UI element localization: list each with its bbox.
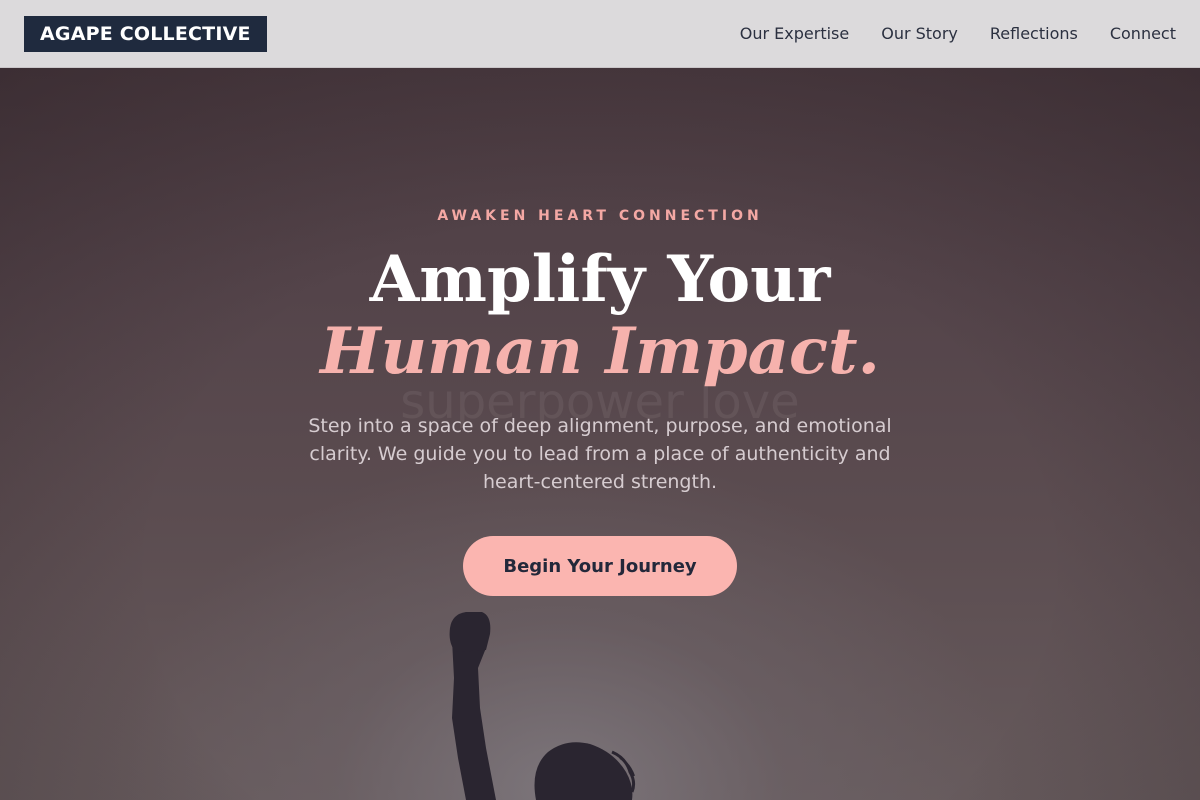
begin-journey-button[interactable]: Begin Your Journey bbox=[463, 536, 737, 596]
hero-title-line-2: Human Impact. bbox=[320, 314, 880, 389]
hero-title-line-1: Amplify Your bbox=[369, 242, 831, 317]
nav-menu: Our Expertise Our Story Reflections Conn… bbox=[740, 24, 1176, 43]
brand-logo[interactable]: AGAPE COLLECTIVE bbox=[24, 15, 267, 52]
hero-section: superpower love AWAKEN HEART CONNECTION … bbox=[0, 68, 1200, 800]
hero-eyebrow: AWAKEN HEART CONNECTION bbox=[437, 208, 763, 224]
nav-link-reflections[interactable]: Reflections bbox=[990, 24, 1078, 43]
nav-link-connect[interactable]: Connect bbox=[1110, 24, 1176, 43]
hero-subtitle: Step into a space of deep alignment, pur… bbox=[308, 415, 892, 493]
nav-link-our-expertise[interactable]: Our Expertise bbox=[740, 24, 849, 43]
top-navbar: AGAPE COLLECTIVE Our Expertise Our Story… bbox=[0, 0, 1200, 68]
nav-link-our-story[interactable]: Our Story bbox=[881, 24, 958, 43]
